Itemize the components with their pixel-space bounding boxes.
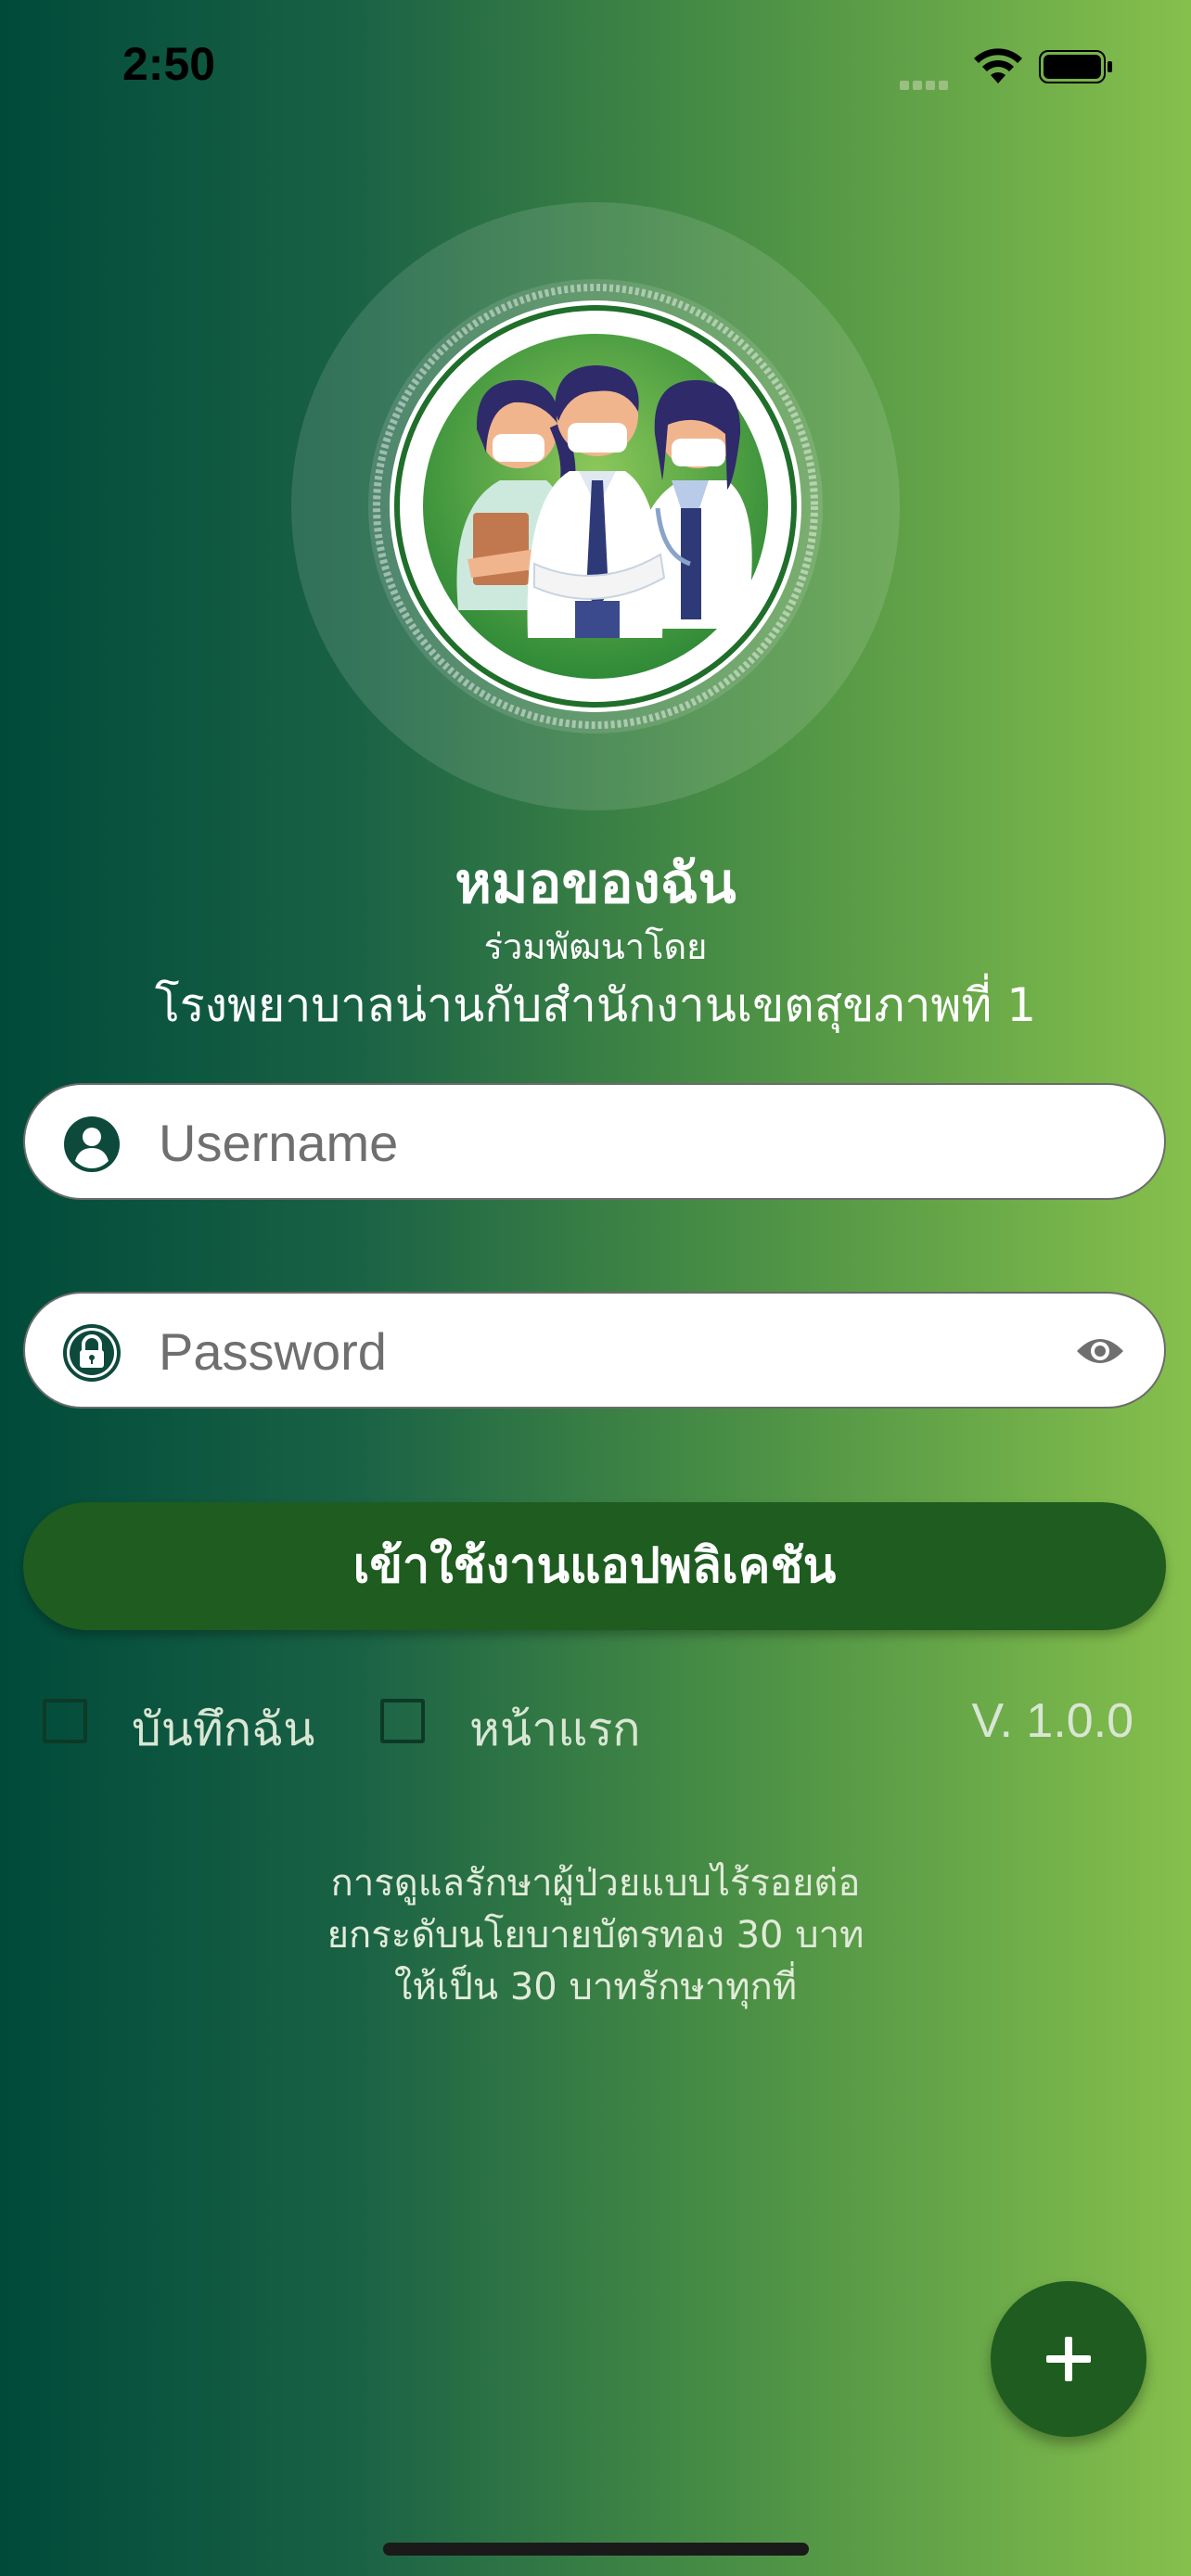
- remember-me-checkbox[interactable]: [43, 1699, 87, 1743]
- app-title: หมอของฉัน: [455, 851, 736, 916]
- lock-icon: [63, 1324, 121, 1382]
- plus-icon: [1046, 2337, 1091, 2381]
- home-indicator[interactable]: [383, 2543, 809, 2556]
- slogan-line-1: การดูแลรักษาผู้ป่วยแบบไร้รอยต่อ: [330, 1862, 861, 1905]
- status-time: 2:50: [122, 38, 216, 90]
- doctors-logo: [291, 202, 900, 810]
- username-input[interactable]: [157, 1102, 1051, 1183]
- user-circle-icon: [64, 1116, 120, 1172]
- eye-icon[interactable]: [1075, 1331, 1125, 1371]
- add-button[interactable]: [991, 2281, 1146, 2437]
- home-label[interactable]: หน้าแรก: [469, 1693, 641, 1766]
- slogan-line-3: ให้เป็น 30 บาทรักษาทุกที่: [393, 1966, 798, 2009]
- cellular-signal-icon: [900, 76, 957, 90]
- slogan-line-2: ยกระดับนโยบายบัตรทอง 30 บาท: [327, 1914, 864, 1957]
- status-bar: 2:50: [0, 0, 1191, 139]
- username-field[interactable]: [23, 1083, 1166, 1200]
- login-button[interactable]: เข้าใช้งานแอปพลิเคชัน: [23, 1502, 1166, 1630]
- app-version: V. 1.0.0: [971, 1694, 1133, 1748]
- developed-by-label: ร่วมพัฒนาโดย: [483, 926, 708, 967]
- battery-icon: [1039, 50, 1112, 83]
- remember-me-label[interactable]: บันทึกฉัน: [132, 1693, 314, 1766]
- password-field[interactable]: [23, 1292, 1166, 1409]
- home-checkbox[interactable]: [380, 1699, 425, 1743]
- wifi-icon: [974, 48, 1022, 83]
- organization-name: โรงพยาบาลน่านกับสำนักงานเขตสุขภาพที่ 1: [154, 978, 1037, 1032]
- password-input[interactable]: [157, 1310, 1051, 1392]
